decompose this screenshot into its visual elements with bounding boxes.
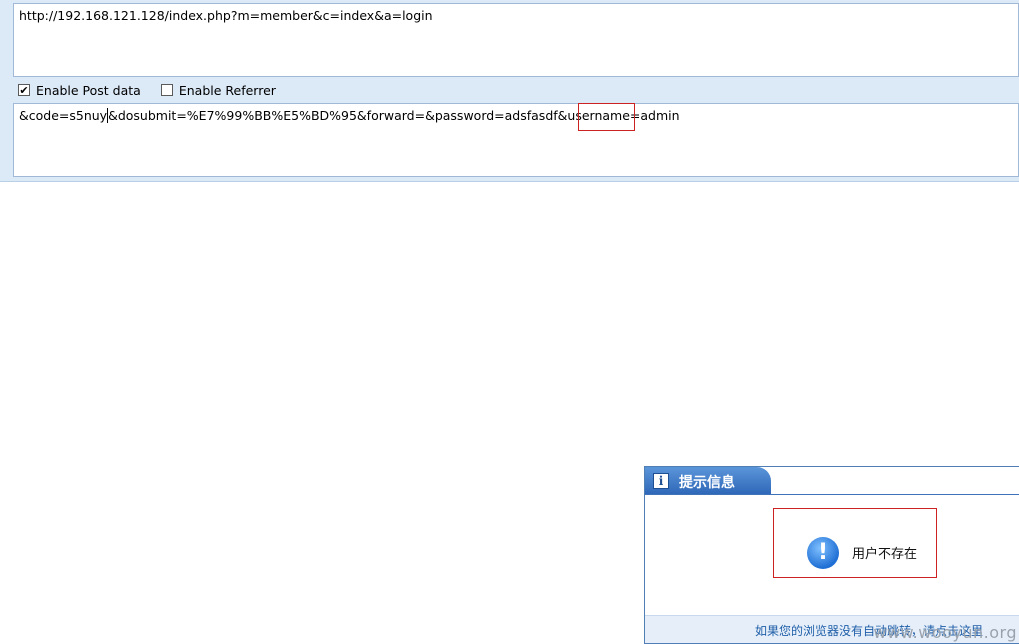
enable-post-checkbox[interactable]: ✔	[18, 84, 30, 96]
hackbar-panel: http://192.168.121.128/index.php?m=membe…	[0, 0, 1019, 182]
url-text: http://192.168.121.128/index.php?m=membe…	[19, 8, 433, 23]
highlight-box-username	[578, 103, 635, 131]
info-icon: i	[653, 473, 669, 489]
enable-post-label[interactable]: Enable Post data	[36, 83, 141, 98]
dialog-header: i 提示信息	[645, 467, 771, 494]
post-data-textarea[interactable]: &code=s5nuy&dosubmit=%E7%99%BB%E5%BD%95&…	[13, 103, 1019, 177]
url-textarea[interactable]: http://192.168.121.128/index.php?m=membe…	[13, 3, 1019, 77]
watermark: www.wooyun.org	[873, 623, 1017, 642]
message-highlight-box: ! 用户不存在	[773, 508, 937, 578]
alert-dialog: i 提示信息 ! 用户不存在 如果您的浏览器没有自动跳转，请点击这里	[644, 466, 1019, 644]
exclamation-icon: !	[807, 537, 839, 569]
dialog-title: 提示信息	[679, 475, 735, 491]
enable-referrer-label[interactable]: Enable Referrer	[179, 83, 276, 98]
dialog-header-divider	[645, 494, 1019, 495]
hackbar-options: ✔ Enable Post data Enable Referrer	[18, 81, 290, 99]
message-text: 用户不存在	[852, 547, 918, 562]
enable-referrer-checkbox[interactable]	[160, 84, 173, 96]
post-data-text-1: &code=s5nuy	[19, 108, 108, 123]
